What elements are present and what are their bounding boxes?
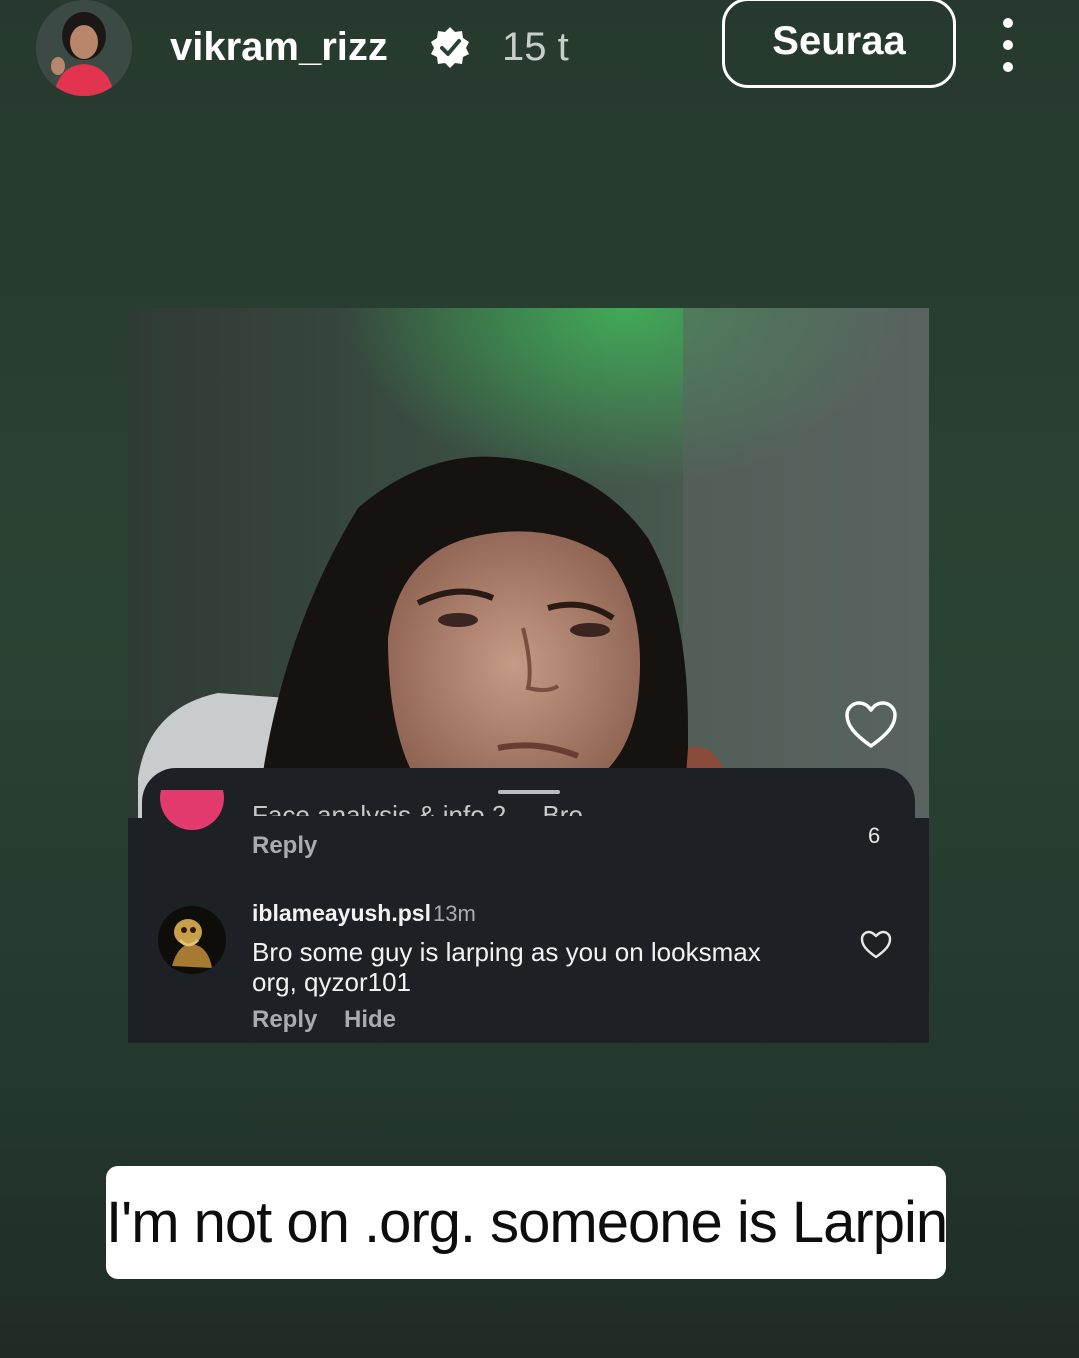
commenter-avatar[interactable]	[158, 906, 226, 974]
profile-avatar[interactable]	[36, 0, 132, 96]
heart-outline-icon[interactable]	[860, 930, 892, 960]
follow-button[interactable]: Seuraa	[722, 0, 956, 88]
shared-screenshot: Face analysis & info 2.... Bro Reply 6 i…	[128, 308, 929, 1043]
truncated-comment-text: Face analysis & info 2.... Bro	[252, 802, 583, 816]
more-dot	[1003, 62, 1013, 72]
post-photo	[128, 308, 929, 818]
verified-badge-icon	[431, 27, 469, 68]
commenter-avatar-image	[158, 906, 226, 974]
story-username[interactable]: vikram_rizz	[170, 24, 388, 70]
comment-timestamp: 13m	[433, 901, 476, 926]
story-time: 15 t	[502, 25, 569, 69]
reply-button[interactable]: Reply	[252, 1006, 317, 1034]
comment-like-count: 6	[868, 823, 881, 848]
truncated-comment-avatar	[160, 790, 224, 830]
avatar-image	[36, 0, 132, 96]
commenter-username[interactable]: iblameayush.psl	[252, 900, 431, 927]
reply-button[interactable]: Reply	[252, 832, 317, 860]
sheet-drag-handle[interactable]	[498, 790, 560, 794]
hide-button[interactable]: Hide	[344, 1006, 396, 1034]
more-dot	[1003, 18, 1013, 28]
more-dot	[1003, 40, 1013, 50]
comment-body: Bro some guy is larping as you on looksm…	[252, 937, 761, 997]
more-options-icon[interactable]	[990, 18, 1026, 72]
comments-panel	[128, 818, 929, 1043]
heart-outline-icon[interactable]	[844, 700, 898, 750]
story-caption: I'm not on .org. someone is Larping	[106, 1166, 946, 1279]
